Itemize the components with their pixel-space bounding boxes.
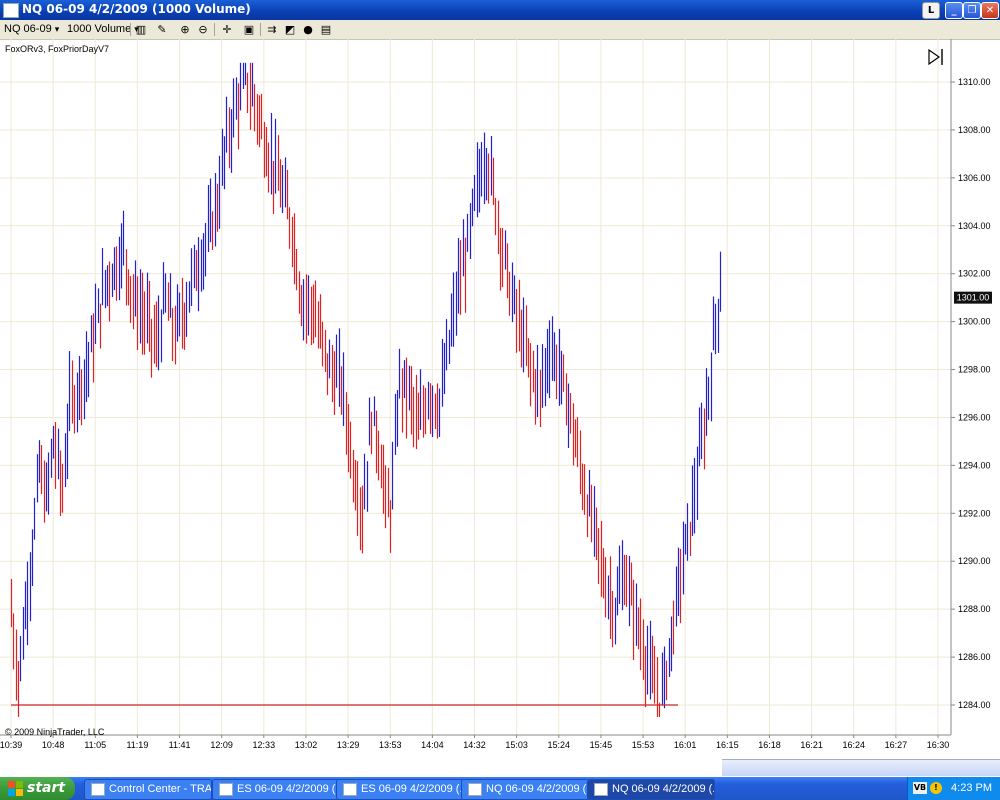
- task-label: ES 06-09 4/2/2009 (...: [361, 783, 464, 795]
- y-tick-label: 1284.00: [958, 700, 991, 710]
- minimize-button[interactable]: _: [945, 2, 963, 19]
- x-tick-label: 15:53: [632, 740, 655, 750]
- task-nq-chart-1[interactable]: NQ 06-09 4/2/2009 (...: [461, 779, 589, 800]
- y-tick-label: 1286.00: [958, 652, 991, 662]
- close-button[interactable]: ✕: [981, 2, 999, 19]
- system-tray: VB ! 4:23 PM: [907, 777, 1000, 800]
- start-button[interactable]: start: [0, 777, 75, 800]
- y-tick-label: 1296.00: [958, 412, 991, 422]
- maximize-button[interactable]: ❐: [963, 2, 981, 19]
- x-tick-label: 11:41: [169, 740, 191, 750]
- x-tick-label: 16:18: [758, 740, 781, 750]
- bar-style-icon[interactable]: ▥: [134, 23, 148, 36]
- chart-icon: [219, 782, 233, 796]
- chart-app-icon: [3, 3, 19, 18]
- task-label: NQ 06-09 4/2/2009 (...: [612, 783, 715, 795]
- x-tick-label: 12:09: [210, 740, 233, 750]
- windows-flag-icon: [8, 781, 23, 796]
- zoom-out-icon[interactable]: ⊖: [196, 23, 210, 36]
- x-tick-label: 13:53: [379, 740, 402, 750]
- start-label: start: [27, 780, 66, 796]
- indicator-icon[interactable]: ◩: [283, 23, 297, 36]
- x-tick-label: 16:30: [927, 740, 950, 750]
- auto-scroll-icon[interactable]: [928, 48, 943, 66]
- chart-icon: [343, 782, 357, 796]
- y-tick-label: 1300.00: [958, 317, 991, 327]
- x-tick-label: 13:29: [337, 740, 360, 750]
- y-tick-label: 1292.00: [958, 508, 991, 518]
- x-tick-label: 16:15: [716, 740, 739, 750]
- window-titlebar: NQ 06-09 4/2/2009 (1000 Volume) L _ ❐ ✕: [0, 0, 1000, 20]
- toolbar-separator: [214, 23, 215, 36]
- x-tick-label: 16:24: [842, 740, 865, 750]
- task-control-center[interactable]: Control Center - TRA...: [84, 779, 212, 800]
- x-tick-label: 15:03: [505, 740, 528, 750]
- y-tick-label: 1306.00: [958, 173, 991, 183]
- x-tick-label: 10:39: [0, 740, 22, 750]
- alert-icon[interactable]: ●: [301, 23, 315, 36]
- price-chart[interactable]: 1284.00 1286.00 1288.00 1290.00 1292.00 1294.…: [0, 39, 1000, 754]
- strategy-icon[interactable]: ⇉: [265, 23, 279, 36]
- chart-icon: [468, 782, 482, 796]
- task-label: ES 06-09 4/2/2009 (...: [237, 783, 340, 795]
- chart-scrollbar[interactable]: [722, 759, 1000, 776]
- taskbar: start Control Center - TRA... ES 06-09 4…: [0, 777, 1000, 800]
- x-tick-label: 16:21: [800, 740, 823, 750]
- chart-toolbar: NQ 06-09 1000 Volume ▥ ✎ ⊕ ⊖ ✛ ▣ ⇉ ◩ ● ▤: [0, 20, 1000, 40]
- task-label: Control Center - TRA...: [109, 783, 212, 795]
- y-tick-label: 1290.00: [958, 556, 991, 566]
- period-selector[interactable]: 1000 Volume: [67, 23, 139, 36]
- y-tick-label: 1294.00: [958, 460, 991, 470]
- tray-app-icon[interactable]: VB: [913, 782, 927, 794]
- crosshair-icon[interactable]: ✛: [220, 23, 234, 36]
- task-es-chart-2[interactable]: ES 06-09 4/2/2009 (...: [336, 779, 464, 800]
- copyright-text: © 2009 NinjaTrader, LLC: [5, 727, 105, 737]
- task-es-chart-1[interactable]: ES 06-09 4/2/2009 (...: [212, 779, 340, 800]
- task-nq-chart-2[interactable]: NQ 06-09 4/2/2009 (...: [587, 779, 715, 800]
- window-title: NQ 06-09 4/2/2009 (1000 Volume): [22, 2, 251, 16]
- toolbar-separator: [260, 23, 261, 36]
- x-tick-label: 12:33: [253, 740, 276, 750]
- chart-settings-icon[interactable]: ▤: [319, 23, 333, 36]
- y-tick-label: 1288.00: [958, 604, 991, 614]
- zoom-in-icon[interactable]: ⊕: [178, 23, 192, 36]
- instrument-selector[interactable]: NQ 06-09: [4, 23, 59, 36]
- x-tick-label: 10:48: [42, 740, 65, 750]
- y-tick-label: 1308.00: [958, 125, 991, 135]
- draw-tool-icon[interactable]: ✎: [155, 23, 169, 36]
- y-tick-label: 1310.00: [958, 77, 991, 87]
- x-tick-label: 14:04: [421, 740, 444, 750]
- last-price-marker: 1301.00: [954, 291, 992, 304]
- link-button[interactable]: L: [922, 2, 940, 19]
- x-tick-label: 13:02: [295, 740, 318, 750]
- x-tick-label: 15:24: [548, 740, 571, 750]
- properties-icon[interactable]: ▣: [242, 23, 256, 36]
- chart-icon: [594, 782, 608, 796]
- toolbar-separator: [130, 23, 131, 36]
- x-tick-label: 11:05: [84, 740, 106, 750]
- y-tick-label: 1298.00: [958, 365, 991, 375]
- x-tick-label: 15:45: [590, 740, 613, 750]
- indicator-list: FoxORv3, FoxPriorDayV7: [5, 44, 109, 54]
- y-tick-label: 1304.00: [958, 221, 991, 231]
- x-tick-label: 16:01: [674, 740, 697, 750]
- x-tick-label: 14:32: [463, 740, 486, 750]
- x-tick-label: 16:27: [885, 740, 908, 750]
- control-center-icon: [91, 782, 105, 796]
- last-price-label: 1301.00: [957, 293, 990, 303]
- y-tick-label: 1302.00: [958, 269, 991, 279]
- security-shield-icon[interactable]: !: [930, 782, 942, 794]
- x-tick-label: 11:19: [126, 740, 148, 750]
- task-label: NQ 06-09 4/2/2009 (...: [486, 783, 589, 795]
- clock: 4:23 PM: [951, 782, 992, 794]
